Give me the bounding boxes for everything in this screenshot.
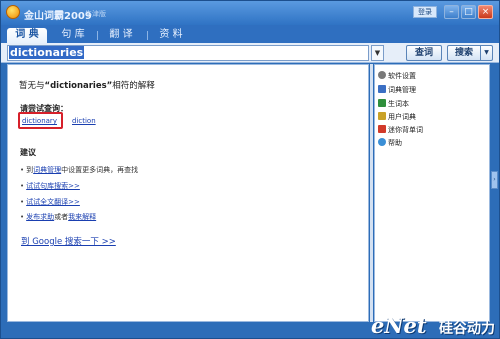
search-input[interactable]: dictionaries bbox=[7, 45, 369, 61]
app-logo-icon bbox=[6, 5, 20, 19]
no-result-suffix: 相符的解释 bbox=[112, 81, 155, 91]
no-result-prefix: 暂无与 bbox=[19, 81, 45, 91]
app-title: 金山词霸2009 bbox=[24, 11, 92, 22]
side-item-mini-memorize[interactable]: 迷你背单词 bbox=[378, 125, 423, 136]
tab-sentences[interactable]: 句 库 bbox=[53, 28, 93, 43]
suggestion-link-dictionary[interactable]: dictionary bbox=[22, 117, 57, 125]
tab-separator bbox=[97, 31, 98, 40]
tab-bar: 词 典 句 库 翻 译 资 料 bbox=[1, 25, 499, 43]
side-item-label: 帮助 bbox=[388, 139, 402, 147]
side-item-user-dict[interactable]: 用户词典 bbox=[378, 112, 416, 123]
watermark-cn: 硅谷动力 bbox=[439, 321, 495, 337]
app-window: 金山词霸2009 牛津版 登录 – □ × 词 典 句 库 翻 译 资 料 di… bbox=[0, 0, 500, 339]
ask-help-link[interactable]: 发布求助 bbox=[26, 213, 54, 221]
lookup-button[interactable]: 查词 bbox=[406, 45, 442, 61]
bullet-icon: • bbox=[20, 198, 25, 206]
side-item-settings[interactable]: 软件设置 bbox=[378, 71, 416, 82]
side-item-label: 用户词典 bbox=[388, 113, 416, 121]
user-dict-icon bbox=[378, 112, 386, 120]
side-item-label: 生词本 bbox=[388, 100, 409, 108]
no-result-word: “dictionaries” bbox=[44, 81, 113, 91]
explain-link[interactable]: 我来解释 bbox=[68, 213, 96, 221]
side-item-dictionary-manage[interactable]: 词典管理 bbox=[378, 85, 416, 96]
tab-dictionary[interactable]: 词 典 bbox=[7, 28, 47, 43]
history-dropdown-icon[interactable]: ▼ bbox=[371, 45, 384, 61]
search-options-chevron-icon[interactable]: ▼ bbox=[481, 45, 493, 61]
bullet-icon: • bbox=[20, 213, 25, 221]
side-item-label: 迷你背单词 bbox=[388, 126, 423, 134]
google-search-link[interactable]: 到 Google 搜索一下 >> bbox=[21, 235, 116, 247]
vocab-book-icon bbox=[378, 99, 386, 107]
login-button[interactable]: 登录 bbox=[413, 6, 437, 18]
search-query-text: dictionaries bbox=[9, 46, 85, 59]
side-panel: 软件设置 词典管理 生词本 用户词典 迷你背单词 帮助 bbox=[374, 64, 490, 322]
mini-memorize-icon bbox=[378, 125, 386, 133]
maximize-icon[interactable]: □ bbox=[461, 5, 476, 19]
suggestion-link-diction[interactable]: diction bbox=[72, 117, 96, 125]
watermark-brand: eNet bbox=[371, 313, 427, 338]
minimize-icon[interactable]: – bbox=[444, 5, 459, 19]
advice-text: 或者 bbox=[54, 213, 69, 221]
search-button[interactable]: 搜索 bbox=[447, 45, 481, 61]
side-item-label: 软件设置 bbox=[388, 72, 416, 80]
dictionary-manage-link[interactable]: 词典管理 bbox=[33, 166, 61, 174]
sentence-search-link[interactable]: 试试句库搜索>> bbox=[26, 182, 80, 190]
bullet-icon: • bbox=[20, 166, 25, 174]
side-item-label: 词典管理 bbox=[388, 86, 416, 94]
result-panel: 暂无与“dictionaries”相符的解释 请尝试查询： dictionary… bbox=[7, 64, 369, 322]
close-icon[interactable]: × bbox=[478, 5, 493, 19]
advice-text: 中设置更多词典，再查找 bbox=[61, 166, 139, 174]
advice-item: • 发布求助或者我来解释 bbox=[20, 212, 96, 222]
advice-item: • 到词典管理中设置更多词典，再查找 bbox=[20, 165, 138, 175]
search-bar: dictionaries ▼ 查词 搜索 ▼ bbox=[1, 43, 499, 63]
side-item-vocab-book[interactable]: 生词本 bbox=[378, 99, 409, 110]
tab-resources[interactable]: 资 料 bbox=[151, 28, 191, 43]
fulltext-translate-link[interactable]: 试试全文翻译>> bbox=[26, 198, 80, 206]
app-version: 牛津版 bbox=[85, 10, 106, 18]
settings-icon bbox=[378, 71, 386, 79]
no-result-message: 暂无与“dictionaries”相符的解释 bbox=[19, 79, 155, 91]
side-item-help[interactable]: 帮助 bbox=[378, 138, 402, 149]
panel-collapse-chevron-icon[interactable]: › bbox=[491, 171, 498, 189]
tab-separator bbox=[147, 31, 148, 40]
bullet-icon: • bbox=[20, 182, 25, 190]
title-bar: 金山词霸2009 牛津版 登录 – □ × bbox=[1, 1, 499, 25]
advice-item: • 试试全文翻译>> bbox=[20, 197, 80, 207]
tab-translate[interactable]: 翻 译 bbox=[101, 28, 141, 43]
advice-heading: 建议 bbox=[20, 148, 36, 157]
content-scrollbar[interactable] bbox=[370, 64, 373, 322]
watermark: eNet 硅谷动力 bbox=[371, 313, 497, 338]
advice-item: • 试试句库搜索>> bbox=[20, 181, 80, 191]
help-icon bbox=[378, 138, 386, 146]
dictionary-manage-icon bbox=[378, 85, 386, 93]
